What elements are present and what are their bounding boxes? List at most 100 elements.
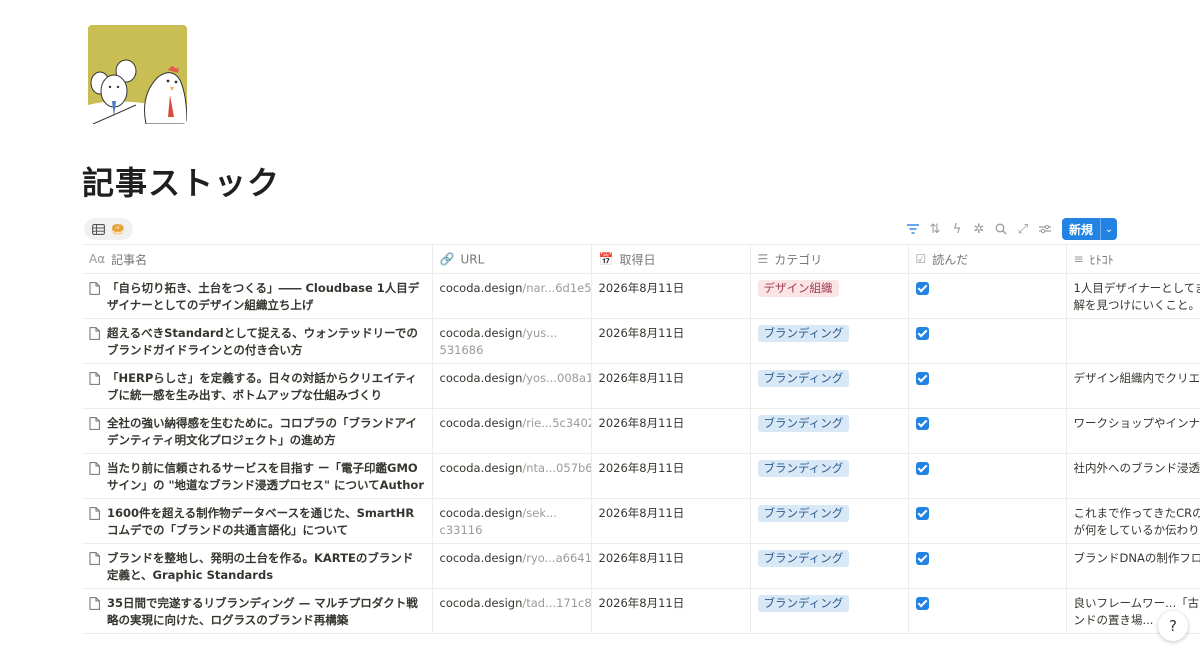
url-host[interactable]: cocoda.design [440,416,523,430]
read-checkbox[interactable] [915,552,929,565]
new-button[interactable]: 新規 [1062,218,1100,240]
cell-title[interactable]: 超えるべきStandardとして捉える、ウォンテッドリーでのブランドガイドライン… [82,318,433,364]
table-row[interactable]: ブランドを整地し、発明の土台を作る。KARTEのブランド定義と、Graphic … [82,543,1200,589]
url-path[interactable]: /nar...6d1e5f [522,281,590,295]
cell-url[interactable]: cocoda.design/yus... 531686 [432,318,592,364]
cell-url[interactable]: cocoda.design/nta...057b69 [432,453,592,499]
table-row[interactable]: 当たり前に信頼されるサービスを目指す ー「電子印鑑GMOサイン」の "地道なブラ… [82,453,1200,499]
read-checkbox[interactable] [915,597,929,610]
url-path[interactable]: /ryo...a66413 [522,551,590,565]
expand-icon[interactable]: ⤢ [1012,218,1034,240]
cell-title[interactable]: ブランドを整地し、発明の土台を作る。KARTEのブランド定義と、Graphic … [82,543,433,589]
cell-memo[interactable]: これまで作ってきたCRの ーが何をしているか伝わり [1066,498,1200,544]
cell-category[interactable]: ブランディング [750,453,909,499]
table-row[interactable]: 全社の強い納得感を生むために。コロプラの「ブランドアイデンティティ明文化プロジェ… [82,408,1200,454]
cell-memo[interactable] [1066,318,1200,364]
url-host[interactable]: cocoda.design [440,596,523,610]
view-tab-table[interactable]: 🥯 [84,218,133,240]
article-title[interactable]: 全社の強い納得感を生むために。コロプラの「ブランドアイデンティティ明文化プロジェ… [107,415,425,449]
read-checkbox[interactable] [915,417,929,430]
url-path[interactable]: /yos...008a1a [522,371,590,385]
cell-category[interactable]: ブランディング [750,588,909,634]
cell-category[interactable]: ブランディング [750,543,909,589]
search-icon[interactable] [990,218,1012,240]
cell-category[interactable]: ブランディング [750,318,909,364]
cell-memo[interactable]: 1人目デザイナーとしてま 正解を見つけにいくこと。 [1066,273,1200,319]
table-icon [92,220,105,239]
cell-date[interactable]: 2026年8月11日 [591,318,751,364]
article-title[interactable]: 1600件を超える制作物データベースを通じた、SmartHRコムデでの「ブランド… [107,505,425,539]
cell-title[interactable]: 35日間で完遂するリブランディング — マルチプロダクト戦略の実現に向けた、ログ… [82,588,433,634]
url-host[interactable]: cocoda.design [440,326,523,340]
url-host[interactable]: cocoda.design [440,506,523,520]
cell-title[interactable]: 「自ら切り拓き、土台をつくる」―― Cloudbase 1人目デザイナーとしての… [82,273,433,319]
url-path[interactable]: /tad...171c8f [522,596,590,610]
table-row[interactable]: 超えるべきStandardとして捉える、ウォンテッドリーでのブランドガイドライン… [82,318,1200,364]
article-title[interactable]: 当たり前に信頼されるサービスを目指す ー「電子印鑑GMOサイン」の "地道なブラ… [107,460,425,494]
column-header-read[interactable]: ☑ 読んだ [908,244,1067,274]
title-property-icon: Aα [89,252,106,266]
read-checkbox[interactable] [915,462,929,475]
cell-date[interactable]: 2026年8月11日 [591,273,751,319]
cell-date[interactable]: 2026年8月11日 [591,453,751,499]
sort-icon[interactable]: ⇅ [924,218,946,240]
cell-category[interactable]: ブランディング [750,363,909,409]
cell-url[interactable]: cocoda.design/yos...008a1a [432,363,592,409]
article-title[interactable]: 超えるべきStandardとして捉える、ウォンテッドリーでのブランドガイドライン… [107,325,425,359]
url-path[interactable]: /nta...057b69 [522,461,590,475]
cell-read [908,498,1067,544]
cell-category[interactable]: ブランディング [750,498,909,544]
table-row[interactable]: 「HERPらしさ」を定義する。日々の対話からクリエイティブに統一感を生み出す、ボ… [82,363,1200,409]
settings-sliders-icon[interactable] [1034,218,1056,240]
cell-url[interactable]: cocoda.design/sek... c33116 [432,498,592,544]
read-checkbox[interactable] [915,327,929,340]
read-checkbox[interactable] [915,507,929,520]
page-cover-image[interactable] [88,25,187,124]
help-button[interactable]: ? [1158,611,1188,641]
article-title[interactable]: ブランドを整地し、発明の土台を作る。KARTEのブランド定義と、Graphic … [107,550,425,584]
cell-read [908,588,1067,634]
cell-url[interactable]: cocoda.design/ryo...a66413 [432,543,592,589]
new-dropdown-chevron-icon[interactable]: ⌄ [1100,218,1117,240]
article-title[interactable]: 「自ら切り拓き、土台をつくる」―― Cloudbase 1人目デザイナーとしての… [107,280,425,314]
read-checkbox[interactable] [915,282,929,295]
cell-date[interactable]: 2026年8月11日 [591,363,751,409]
cell-memo[interactable]: 社内外へのブランド浸透の [1066,453,1200,499]
ai-sparkle-icon[interactable]: ✲ [968,218,990,240]
automation-lightning-icon[interactable]: ϟ [946,218,968,240]
cell-url[interactable]: cocoda.design/nar...6d1e5f [432,273,592,319]
cell-memo[interactable]: ブランドDNAの制作フロー [1066,543,1200,589]
cell-url[interactable]: cocoda.design/tad...171c8f [432,588,592,634]
table-row[interactable]: 1600件を超える制作物データベースを通じた、SmartHRコムデでの「ブランド… [82,498,1200,544]
cell-title[interactable]: 1600件を超える制作物データベースを通じた、SmartHRコムデでの「ブランド… [82,498,433,544]
cell-memo[interactable]: デザイン組織内でクリエイ [1066,363,1200,409]
filter-icon[interactable] [902,218,924,240]
cell-date[interactable]: 2026年8月11日 [591,543,751,589]
column-header-date[interactable]: 📅 取得日 [591,244,751,274]
column-header-url[interactable]: 🔗 URL [432,244,592,274]
cell-memo[interactable]: ワークショップやインナー [1066,408,1200,454]
cell-category[interactable]: ブランディング [750,408,909,454]
list-icon: ☰ [757,252,769,266]
article-title[interactable]: 35日間で完遂するリブランディング — マルチプロダクト戦略の実現に向けた、ログ… [107,595,425,629]
url-host[interactable]: cocoda.design [440,461,523,475]
cell-url[interactable]: cocoda.design/rie...5c3402 [432,408,592,454]
cell-date[interactable]: 2026年8月11日 [591,498,751,544]
table-row[interactable]: 「自ら切り拓き、土台をつくる」―― Cloudbase 1人目デザイナーとしての… [82,273,1200,319]
read-checkbox[interactable] [915,372,929,385]
cell-title[interactable]: 全社の強い納得感を生むために。コロプラの「ブランドアイデンティティ明文化プロジェ… [82,408,433,454]
url-host[interactable]: cocoda.design [440,371,523,385]
url-host[interactable]: cocoda.design [440,551,523,565]
cell-category[interactable]: デザイン組織 [750,273,909,319]
cell-title[interactable]: 「HERPらしさ」を定義する。日々の対話からクリエイティブに統一感を生み出す、ボ… [82,363,433,409]
column-header-category[interactable]: ☰ カテゴリ [750,244,909,274]
column-header-title[interactable]: Aα 記事名 [82,244,433,274]
cell-date[interactable]: 2026年8月11日 [591,588,751,634]
cell-title[interactable]: 当たり前に信頼されるサービスを目指す ー「電子印鑑GMOサイン」の "地道なブラ… [82,453,433,499]
column-header-memo[interactable]: ≡ ﾋﾄｺﾄ [1066,244,1200,274]
url-path[interactable]: /rie...5c3402 [522,416,590,430]
url-host[interactable]: cocoda.design [440,281,523,295]
article-title[interactable]: 「HERPらしさ」を定義する。日々の対話からクリエイティブに統一感を生み出す、ボ… [107,370,425,404]
cell-date[interactable]: 2026年8月11日 [591,408,751,454]
table-row[interactable]: 35日間で完遂するリブランディング — マルチプロダクト戦略の実現に向けた、ログ… [82,588,1200,634]
